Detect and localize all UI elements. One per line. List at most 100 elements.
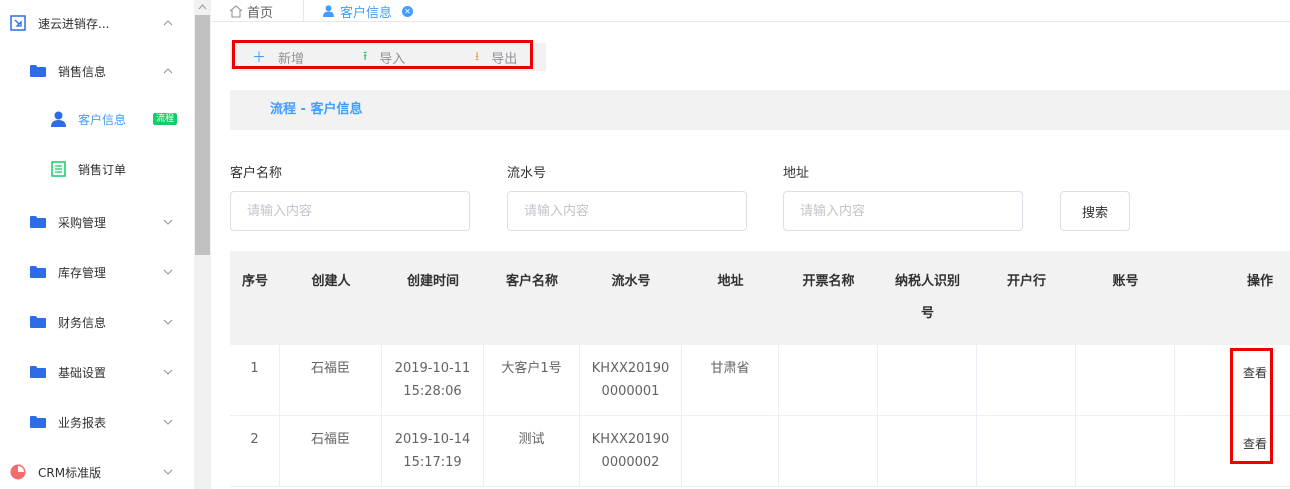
- panel-header: 流程 - 客户信息: [230, 90, 1290, 130]
- column-header: 操作: [1246, 274, 1273, 289]
- sidebar-item-label: 客户信息: [78, 112, 127, 127]
- column-header: 流水号: [611, 274, 651, 289]
- tab-home[interactable]: 首页: [229, 0, 305, 22]
- column-header: 开票名称: [802, 274, 855, 289]
- sidebar-item-label: 财务信息: [58, 315, 107, 330]
- chevron-down-icon: [163, 469, 173, 475]
- folder-icon: [30, 416, 46, 428]
- cell-time: 15:17:19: [403, 455, 462, 470]
- cell-index: 2: [230, 416, 280, 487]
- address-input[interactable]: [783, 191, 1023, 231]
- cell-account: [1076, 416, 1175, 487]
- sidebar-item-crm[interactable]: CRM标准版: [0, 447, 194, 489]
- folder-icon: [30, 366, 46, 378]
- scrollbar-thumb[interactable]: [195, 15, 210, 255]
- cell-date: 2019-10-14: [394, 432, 471, 447]
- user-icon: [323, 5, 334, 17]
- cell-address: 甘肃省: [682, 345, 779, 416]
- customer-name-label: 客户名称: [230, 166, 283, 181]
- sidebar-item-settings[interactable]: 基础设置: [0, 347, 194, 397]
- sidebar-item-label: 库存管理: [58, 265, 107, 280]
- cell-index: 1: [230, 345, 280, 416]
- cell-serial-line: 0000002: [601, 455, 660, 470]
- view-links-highlight-box: [1230, 348, 1273, 464]
- chevron-down-icon: [163, 219, 173, 225]
- folder-icon: [30, 216, 46, 228]
- cell-serial-line: KHXX20190: [591, 361, 670, 376]
- cell-serial-line: 0000001: [601, 384, 660, 399]
- column-header-line: 号: [920, 306, 934, 321]
- close-tab-icon[interactable]: ✕: [402, 5, 414, 17]
- sidebar-item-label: 基础设置: [58, 365, 107, 380]
- table-row: 1 石福臣 2019-10-11 15:28:06 大客户1号 KHXX2019…: [230, 345, 1290, 416]
- chevron-up-icon: [163, 20, 173, 26]
- sidebar-item-label: 销售订单: [78, 162, 127, 177]
- tab-customer-info[interactable]: 客户信息 ✕: [323, 0, 414, 22]
- cell-created-at: 2019-10-11 15:28:06: [382, 345, 484, 416]
- tab-bar: 首页 客户信息 ✕: [211, 0, 1290, 22]
- cell-taxid: [878, 416, 977, 487]
- sidebar-item-sales-order[interactable]: 销售订单: [0, 144, 194, 194]
- app-root: 速云进销存... 销售信息 客户信息 流程 销售订单 采购管理 库存管理 财务信…: [0, 0, 1290, 489]
- folder-icon: [30, 316, 46, 328]
- column-header: 账号: [1112, 274, 1139, 289]
- column-header-taxid: 纳税人识别 号: [878, 251, 977, 345]
- serial-number-label: 流水号: [507, 166, 547, 181]
- chevron-down-icon: [163, 419, 173, 425]
- sidebar-item-finance[interactable]: 财务信息: [0, 297, 194, 347]
- chevron-down-icon: [163, 369, 173, 375]
- cell-account: [1076, 345, 1175, 416]
- sidebar-item-reports[interactable]: 业务报表: [0, 397, 194, 447]
- sidebar-item-customer-info[interactable]: 客户信息 流程: [0, 94, 194, 144]
- scroll-up-arrow-icon[interactable]: [194, 0, 211, 14]
- cell-serial: KHXX20190 0000002: [580, 416, 682, 487]
- cell-date: 2019-10-11: [394, 361, 471, 376]
- user-icon: [51, 111, 66, 127]
- column-header-line: 纳税人识别: [894, 274, 960, 289]
- serial-number-input[interactable]: [507, 191, 747, 231]
- sidebar-item-sales[interactable]: 销售信息: [0, 46, 194, 96]
- column-header: 创建人: [311, 274, 351, 289]
- chevron-down-icon: [163, 319, 173, 325]
- sidebar-item-inventory[interactable]: 库存管理: [0, 247, 194, 297]
- sidebar-scrollbar[interactable]: [194, 0, 211, 489]
- sidebar-item-app[interactable]: 速云进销存...: [0, 0, 194, 46]
- cell-creator: 石福臣: [280, 345, 382, 416]
- tab-customer-info-label: 客户信息: [340, 5, 393, 21]
- sidebar-app-title: 速云进销存...: [38, 16, 110, 31]
- address-label: 地址: [783, 166, 810, 181]
- tool-icon: [10, 15, 26, 31]
- table-row: 2 石福臣 2019-10-14 15:17:19 测试 KHXX20190 0…: [230, 416, 1290, 487]
- sidebar-item-label: CRM标准版: [38, 465, 102, 480]
- column-header: 开户行: [1006, 274, 1046, 289]
- cell-creator: 石福臣: [280, 416, 382, 487]
- chevron-down-icon: [163, 269, 173, 275]
- home-icon: [229, 4, 243, 18]
- cell-serial-line: KHXX20190: [591, 432, 670, 447]
- cell-bank: [977, 345, 1076, 416]
- table-header: 序号 创建人 创建时间 客户名称 流水号 地址 开票名称 纳税人识别 号 开户行…: [230, 251, 1290, 345]
- toolbar-highlight-box: [232, 40, 533, 69]
- cell-customer: 大客户1号: [484, 345, 580, 416]
- sidebar: 速云进销存... 销售信息 客户信息 流程 销售订单 采购管理 库存管理 财务信…: [0, 0, 194, 489]
- tab-home-label: 首页: [247, 5, 274, 21]
- cell-time: 15:28:06: [403, 384, 462, 399]
- cell-invoice: [779, 416, 878, 487]
- sidebar-item-label: 业务报表: [58, 415, 107, 430]
- cell-created-at: 2019-10-14 15:17:19: [382, 416, 484, 487]
- customer-name-input[interactable]: [230, 191, 470, 231]
- cell-serial: KHXX20190 0000001: [580, 345, 682, 416]
- column-header: 创建时间: [406, 274, 459, 289]
- document-list-icon: [51, 161, 66, 177]
- cell-taxid: [878, 345, 977, 416]
- process-badge: 流程: [153, 113, 178, 125]
- column-header: 地址: [717, 274, 744, 289]
- search-button[interactable]: 搜索: [1060, 191, 1130, 231]
- cell-invoice: [779, 345, 878, 416]
- cell-address: [682, 416, 779, 487]
- sidebar-item-purchase[interactable]: 采购管理: [0, 197, 194, 247]
- panel-title: 流程 - 客户信息: [270, 102, 363, 117]
- chevron-up-icon: [163, 68, 173, 74]
- cell-bank: [977, 416, 1076, 487]
- sidebar-item-label: 采购管理: [58, 215, 107, 230]
